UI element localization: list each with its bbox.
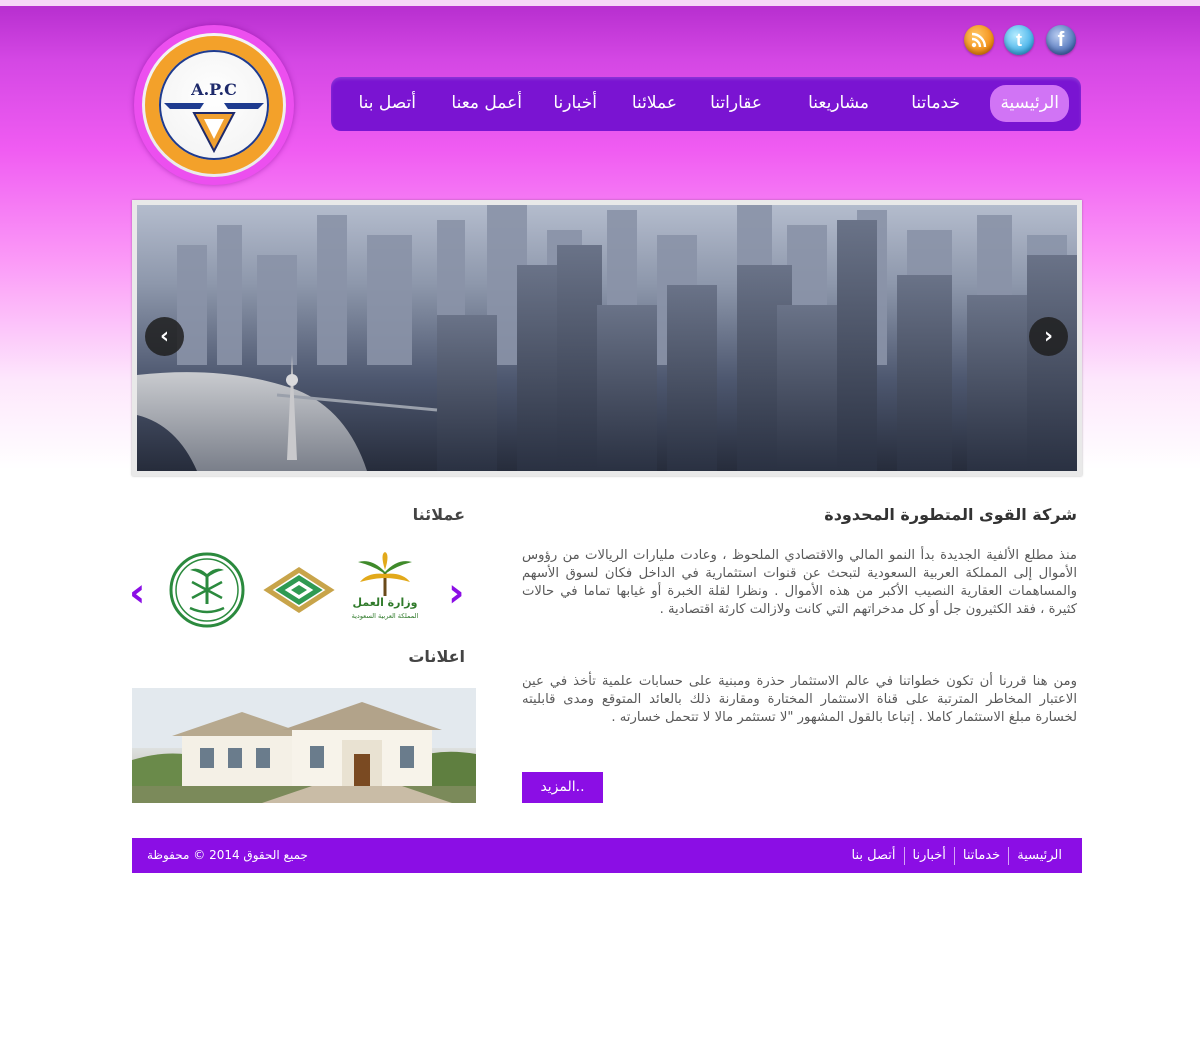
clients-next-chevron-icon[interactable]: › (448, 573, 464, 613)
nav-item-clients[interactable]: عملائنا (632, 85, 677, 122)
copyright-text: جميع الحقوق 2014 © محفوظة (147, 848, 308, 862)
footer-link-contact[interactable]: أتصل بنا (844, 847, 904, 865)
ad-image-villa[interactable] (132, 688, 476, 803)
nav-item-contact[interactable]: أتصل بنا (358, 85, 416, 122)
top-strip (0, 0, 1200, 6)
client-logo-3[interactable] (166, 552, 248, 628)
footer-link-home[interactable]: الرئيسية (1009, 847, 1070, 865)
article-paragraph-2: ومن هنا قررنا أن تكون خطواتنا في عالم ال… (522, 674, 1077, 725)
footer: الرئيسية خدماتنا أخبارنا أتصل بنا جميع ا… (132, 838, 1082, 873)
facebook-icon[interactable]: f (1046, 25, 1076, 55)
ads-title: اعلانات (408, 647, 465, 666)
slide-image-city-skyline (137, 205, 1077, 471)
clients-title: عملائنا (412, 505, 465, 524)
footer-link-services[interactable]: خدماتنا (955, 847, 1008, 865)
footer-link-news[interactable]: أخبارنا (905, 847, 954, 865)
article-paragraph-1: منذ مطلع الألفية الجديدة بدأ النمو المال… (522, 548, 1077, 617)
client-subtitle: المملكة العربية السعودية (351, 612, 419, 620)
rss-icon[interactable] (964, 25, 994, 55)
nav-item-home[interactable]: الرئيسية (990, 85, 1069, 122)
nav-item-work-with-us[interactable]: أعمل معنا (451, 85, 522, 122)
client-logo-ministry-of-labor[interactable]: وزارة العمل المملكة العربية السعودية (344, 552, 426, 628)
client-name: وزارة العمل (352, 596, 418, 609)
nav-item-projects[interactable]: مشاريعنا (808, 85, 869, 122)
client-logo-2[interactable] (258, 552, 340, 628)
nav-item-services[interactable]: خدماتنا (911, 85, 960, 122)
more-button[interactable]: المزيد.. (522, 772, 603, 803)
nav-item-news[interactable]: أخبارنا (553, 85, 597, 122)
slider-next-button[interactable]: › (1029, 317, 1068, 356)
logo-emblem: A.P.C (145, 36, 283, 174)
nav-item-real-estate[interactable]: عقاراتنا (710, 85, 762, 122)
hero-slider: ‹ › (132, 200, 1082, 476)
twitter-icon[interactable]: t (1004, 25, 1034, 55)
clients-prev-chevron-icon[interactable]: ‹ (129, 573, 145, 613)
footer-links: الرئيسية خدماتنا أخبارنا أتصل بنا (844, 838, 1070, 873)
article-title: شركة القوى المتطورة المحدودة (824, 505, 1077, 524)
main-nav: الرئيسية خدماتنا مشاريعنا عقاراتنا عملائ… (331, 77, 1081, 131)
logo-text: A.P.C (190, 80, 237, 99)
company-logo[interactable]: A.P.C (134, 25, 294, 185)
slider-prev-button[interactable]: ‹ (145, 317, 184, 356)
